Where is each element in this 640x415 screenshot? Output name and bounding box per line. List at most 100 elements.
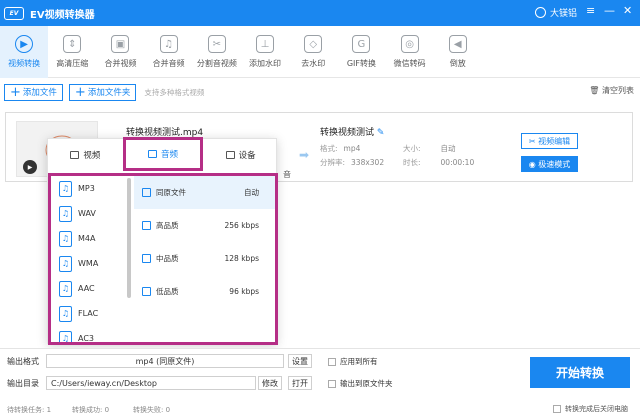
apply-all-checkbox[interactable]: 应用到所有 bbox=[328, 356, 378, 367]
tool-label: 合并视频 bbox=[104, 59, 137, 68]
tab-label: 音频 bbox=[161, 150, 179, 160]
user-account[interactable]: 大镁铝 bbox=[535, 6, 577, 19]
tab-device[interactable]: 设备 bbox=[203, 139, 278, 171]
droplet-icon: ◇ bbox=[304, 35, 323, 53]
title-bar: EV EV视频转换器 大镁铝 ≡ — ✕ bbox=[0, 0, 640, 26]
tool-add-watermark[interactable]: ⊥ 添加水印 bbox=[241, 26, 289, 78]
quality-item-medium[interactable]: 中品质 128 kbps bbox=[134, 242, 275, 275]
quality-item-original[interactable]: 同原文件 自动 bbox=[134, 176, 275, 209]
tool-remove-watermark[interactable]: ◇ 去水印 bbox=[289, 26, 337, 78]
tool-label: 视频转换 bbox=[8, 59, 41, 68]
video-convert-icon: ▶ bbox=[15, 35, 34, 53]
user-icon bbox=[535, 7, 546, 18]
quality-label: 高品质 bbox=[156, 221, 179, 230]
format-item-ac3[interactable]: ♫ AC3 bbox=[59, 326, 134, 342]
checkbox-label: 应用到所有 bbox=[340, 357, 378, 366]
format-item-wma[interactable]: ♫ WMA bbox=[59, 251, 134, 276]
format-item-flac[interactable]: ♫ FLAC bbox=[59, 301, 134, 326]
format-item-mp3[interactable]: ♫ MP3 bbox=[59, 176, 134, 201]
audio-format-list: ♫ MP3 ♫ WAV ♫ M4A ♫ WMA ♫ AAC ♫ FLAC ♫ AC3 bbox=[59, 176, 134, 342]
checkbox-label: 转换完成后关闭电脑 bbox=[565, 405, 628, 413]
fast-mode-button[interactable]: ◉ 极速模式 bbox=[521, 156, 578, 172]
format-hint: 支持多种格式视频 bbox=[144, 87, 205, 97]
tool-gif[interactable]: G GIF转换 bbox=[337, 26, 385, 78]
output-dir-label: 输出目录 bbox=[7, 379, 39, 388]
merge-audio-icon: ♫ bbox=[159, 35, 178, 53]
meta-label: 时长: bbox=[403, 158, 421, 167]
tool-merge-video[interactable]: ▣ 合并视频 bbox=[96, 26, 144, 78]
meta-label: 分辨率: bbox=[320, 158, 346, 167]
tool-video-convert[interactable]: ▶ 视频转换 bbox=[0, 26, 49, 78]
music-file-icon: ♫ bbox=[59, 180, 72, 197]
clear-list-button[interactable]: 🗑 清空列表 bbox=[589, 85, 634, 96]
tool-merge-audio[interactable]: ♫ 合并音频 bbox=[145, 26, 193, 78]
output-filename[interactable]: 转换视频测试 ✎ bbox=[320, 125, 384, 138]
tool-split[interactable]: ✂ 分割音视频 bbox=[193, 26, 241, 78]
app-title: EV视频转换器 bbox=[30, 9, 95, 21]
tool-wechat[interactable]: ◎ 微信转码 bbox=[386, 26, 434, 78]
meta-value: mp4 bbox=[343, 144, 361, 153]
audio-icon bbox=[148, 150, 157, 158]
tool-hd-compress[interactable]: ⇕ 高清压缩 bbox=[48, 26, 96, 78]
video-edit-button[interactable]: ✂ 视频编辑 bbox=[521, 133, 578, 149]
shutdown-checkbox[interactable]: 转换完成后关闭电脑 bbox=[553, 404, 628, 414]
checkbox-box bbox=[328, 357, 336, 366]
close-icon[interactable]: ✕ bbox=[623, 4, 632, 17]
tool-reverse[interactable]: ◀ 倒放 bbox=[434, 26, 482, 78]
music-icon bbox=[142, 254, 151, 263]
quality-item-low[interactable]: 低品质 96 kbps bbox=[134, 275, 275, 308]
wechat-icon: ◎ bbox=[400, 35, 419, 53]
format-scrollbar[interactable] bbox=[127, 178, 131, 298]
popup-tabs: 视频 音频 设备 bbox=[48, 137, 278, 171]
quality-list: 同原文件 自动 高品质 256 kbps 中品质 128 kbps 低品质 96 kbp… bbox=[134, 176, 275, 342]
format-item-wav[interactable]: ♫ WAV bbox=[59, 201, 134, 226]
checkbox-box bbox=[553, 405, 561, 413]
plus-icon: + bbox=[74, 84, 86, 100]
format-label: WAV bbox=[78, 209, 96, 218]
duration-meta: 时长: 00:00:10 bbox=[403, 157, 474, 168]
meta-label: 格式: bbox=[320, 144, 338, 153]
tab-label: 设备 bbox=[238, 151, 256, 161]
settings-button[interactable]: 设置 bbox=[288, 354, 312, 368]
quality-label: 中品质 bbox=[156, 254, 179, 263]
add-file-button[interactable]: + 添加文件 bbox=[4, 83, 63, 101]
format-item-aac[interactable]: ♫ AAC bbox=[59, 276, 134, 301]
music-file-icon: ♫ bbox=[59, 205, 72, 222]
clear-label: 清空列表 bbox=[602, 86, 634, 95]
format-label: FLAC bbox=[78, 309, 99, 318]
speed-icon: ◉ bbox=[528, 159, 536, 169]
music-file-icon: ♫ bbox=[59, 330, 72, 342]
tool-label: 高清压缩 bbox=[56, 59, 89, 68]
start-convert-button[interactable]: 开始转换 bbox=[530, 357, 630, 388]
minimize-icon[interactable]: — bbox=[604, 4, 615, 17]
format-label: AC3 bbox=[78, 334, 95, 342]
fast-mode-label: 极速模式 bbox=[538, 159, 571, 169]
device-icon bbox=[225, 151, 235, 159]
format-label: M4A bbox=[78, 234, 96, 243]
resolution-meta: 分辨率: 338x302 bbox=[320, 157, 384, 168]
output-format-field[interactable]: mp4 (同原文件) bbox=[46, 354, 284, 368]
edit-pencil-icon[interactable]: ✎ bbox=[377, 128, 385, 138]
video-edit-label: 视频编辑 bbox=[538, 136, 571, 146]
quality-label: 低品质 bbox=[156, 287, 179, 296]
format-item-m4a[interactable]: ♫ M4A bbox=[59, 226, 134, 251]
quality-item-high[interactable]: 高品质 256 kbps bbox=[134, 209, 275, 242]
menu-icon[interactable]: ≡ bbox=[586, 4, 595, 17]
play-icon[interactable]: ▶ bbox=[23, 160, 37, 174]
checkbox-box bbox=[328, 379, 336, 388]
music-file-icon: ♫ bbox=[59, 305, 72, 322]
modify-button[interactable]: 修改 bbox=[258, 376, 282, 390]
tab-video[interactable]: 视频 bbox=[48, 139, 123, 171]
tool-label: 倒放 bbox=[449, 59, 466, 68]
add-folder-button[interactable]: + 添加文件夹 bbox=[68, 83, 137, 101]
merge-video-icon: ▣ bbox=[111, 35, 130, 53]
quality-value: 自动 bbox=[244, 188, 259, 197]
output-dir-field[interactable]: C:/Users/ieway.cn/Desktop bbox=[46, 376, 256, 390]
open-button[interactable]: 打开 bbox=[288, 376, 312, 390]
tab-label: 视频 bbox=[83, 151, 101, 161]
popup-lists: ♫ MP3 ♫ WAV ♫ M4A ♫ WMA ♫ AAC ♫ FLAC ♫ AC3 同原文件… bbox=[48, 173, 278, 345]
meta-value: 338x302 bbox=[351, 158, 385, 167]
tab-audio[interactable]: 音频 bbox=[122, 137, 204, 171]
checkbox-label: 输出到原文件夹 bbox=[340, 379, 393, 388]
output-to-source-checkbox[interactable]: 输出到原文件夹 bbox=[328, 378, 393, 389]
